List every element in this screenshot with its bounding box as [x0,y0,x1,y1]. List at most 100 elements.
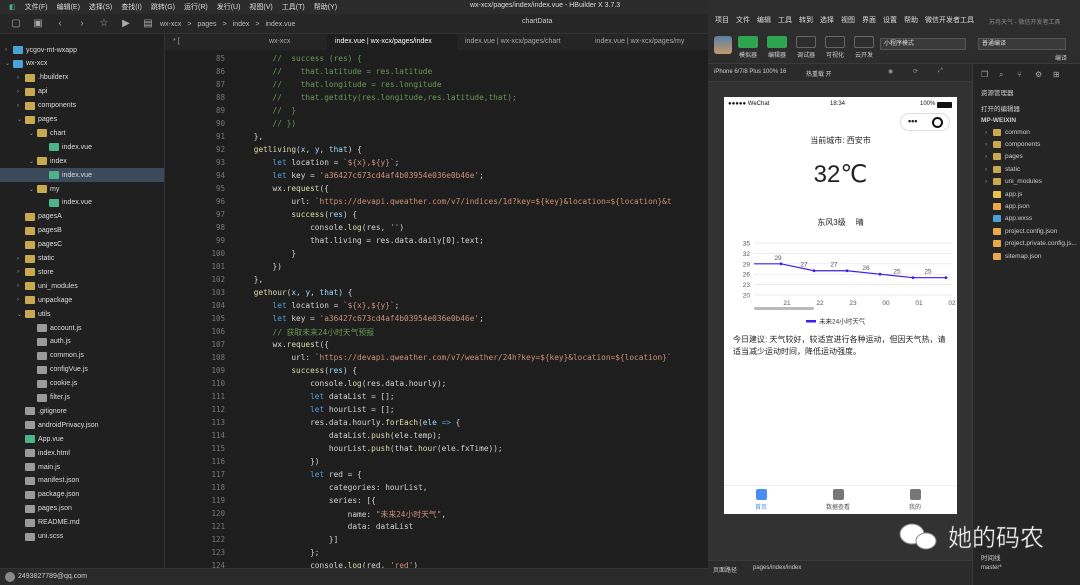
tree-item[interactable]: › components [0,99,164,113]
star-icon[interactable]: ☆ [98,18,110,30]
rotate-icon[interactable]: ⟳ [913,68,918,75]
code-line[interactable]: } [235,249,296,258]
devtools-menu-item[interactable]: 项目 [715,15,729,25]
chevron-right-icon[interactable]: › [17,89,25,95]
resource-item[interactable]: › static [985,163,1020,175]
code-line[interactable]: let red = { [235,470,362,479]
tree-item[interactable]: App.vue [0,432,164,446]
tree-item[interactable]: pagesA [0,210,164,224]
code-line[interactable]: let key = 'a36427c673cd4af4b03954e036e0b… [235,314,484,323]
resource-item[interactable]: › common [985,126,1030,138]
breadcrumb-item[interactable]: > [223,21,227,28]
mode-select[interactable]: 小程序模式 [880,38,966,50]
breadcrumb-item[interactable]: wx-xcx [160,21,181,28]
resource-item[interactable]: app.wxss [993,213,1032,225]
chevron-right-icon[interactable]: › [17,283,25,289]
chevron-right-icon[interactable]: › [17,256,25,262]
devtools-menu-item[interactable]: 转到 [799,15,813,25]
chevron-right-icon[interactable]: › [17,75,25,81]
menu-item[interactable]: 跳转(G) [151,2,175,12]
chevron-down-icon[interactable]: ⌄ [17,311,25,318]
hotreload-toggle[interactable]: 热重载 开 [806,69,832,78]
code-line[interactable]: let key = 'a36427c673cd4af4b03954e036e0b… [235,171,484,180]
code-line[interactable]: let location = `${x},${y}`; [235,301,400,310]
breadcrumb-item[interactable]: > [187,21,191,28]
code-line[interactable]: }] [235,535,338,544]
tree-item[interactable]: index.vue [0,168,164,183]
tree-item[interactable]: index.vue [0,140,164,154]
code-line[interactable]: success(res) { [235,210,357,219]
code-line[interactable]: hourList.push(that.hour(ele.fxTime)); [235,444,503,453]
code-line[interactable]: series: [{ [235,496,376,505]
code-line[interactable]: getliving(x, y, that) { [235,145,362,154]
git-branch[interactable]: master* [981,562,1002,574]
project-avatar[interactable] [714,36,732,54]
search-icon[interactable]: ⌕ [999,70,1003,80]
tree-item[interactable]: pages.json [0,502,164,516]
page-path[interactable]: pages/index/index [753,565,801,571]
code-line[interactable]: // that.longitude = res.longitude [235,80,442,89]
tree-item[interactable]: ⌄ my [0,182,164,196]
code-line[interactable]: // }) [235,119,296,128]
devtools-menu-item[interactable]: 视图 [841,15,855,25]
menu-item[interactable]: 文件(F) [25,2,48,12]
tree-item[interactable]: ⌄ utils [0,307,164,321]
tree-item[interactable]: main.js [0,460,164,474]
tree-item[interactable]: configVue.js [0,363,164,377]
tab-item[interactable]: 数据查看 [818,489,858,511]
code-line[interactable]: url: `https://devapi.qweather.com/v7/ind… [235,197,671,206]
toolbar-button[interactable]: 调试器 [794,36,818,62]
tree-item[interactable]: uni.scss [0,530,164,544]
more-icon[interactable]: ••• [908,116,917,126]
toolbar-button[interactable]: 可视化 [823,36,847,62]
miniprogram-capsule[interactable]: ••• [900,113,950,131]
chevron-right-icon[interactable]: › [17,103,25,109]
tree-item[interactable]: ⌄ index [0,154,164,168]
code-line[interactable]: // 获取未来24小时天气预报 [235,327,374,338]
devtools-menu-item[interactable]: 帮助 [904,15,918,25]
tree-item[interactable]: manifest.json [0,474,164,488]
tree-item[interactable]: androidPrivacy.json [0,418,164,432]
debug-icon[interactable]: ⚙ [1035,70,1042,79]
menu-item[interactable]: 选择(S) [89,2,112,12]
chevron-down-icon[interactable]: ⌄ [29,130,37,137]
chevron-right-icon[interactable]: › [17,297,25,303]
tree-item[interactable]: common.js [0,349,164,363]
code-line[interactable]: success(res) { [235,366,357,375]
code-line[interactable]: that.living = res.data.daily[0].text; [235,236,484,245]
code-line[interactable]: dataList.push(ele.temp); [235,431,442,440]
editor-tab[interactable]: index.vue | wx-xcx/pages/index [327,34,457,50]
chevron-down-icon[interactable]: ⌄ [29,158,37,165]
chart-scrollbar[interactable] [754,307,814,310]
code-line[interactable]: data: dataList [235,522,414,531]
source-control-icon[interactable]: ⑂ [1017,70,1022,79]
open-editors[interactable]: 打开的编辑器 [981,102,1020,114]
code-line[interactable]: }, [235,132,263,141]
menu-item[interactable]: 查找(I) [121,2,142,12]
devtools-menu-item[interactable]: 文件 [736,15,750,25]
code-line[interactable]: }; [235,548,319,557]
tree-item[interactable]: package.json [0,488,164,502]
terminal-icon[interactable]: ▤ [142,18,154,30]
breadcrumb-item[interactable]: > [255,21,259,28]
toolbar-button[interactable]: 编辑器 [765,36,789,62]
tab-item[interactable]: 我的 [895,489,935,511]
editor-tab[interactable]: wx-xcx [261,34,327,50]
breadcrumb-item[interactable]: index.vue [265,21,295,28]
tree-item[interactable]: › uni_modules [0,279,164,293]
code-lines[interactable]: // success (res) { // that.latitude = re… [235,50,705,568]
code-line[interactable]: gethour(x, y, that) { [235,288,353,297]
tree-item[interactable]: index.html [0,446,164,460]
breadcrumb-item[interactable]: index [233,21,250,28]
user-avatar-icon[interactable] [5,572,15,582]
back-icon[interactable]: ‹ [54,18,66,30]
device-select[interactable]: iPhone 6/7/8 Plus 100% 16 [714,69,786,75]
editor-tab[interactable]: * [ [165,34,261,50]
code-line[interactable]: url: `https://devapi.qweather.com/v7/wea… [235,353,671,362]
menu-item[interactable]: 运行(R) [184,2,208,12]
stop-icon[interactable]: ◉ [888,68,893,75]
tree-item[interactable]: › .hbuilderx [0,71,164,85]
tree-item[interactable]: pagesB [0,224,164,238]
menu-item[interactable]: 帮助(Y) [314,2,337,12]
tree-item[interactable]: › static [0,252,164,266]
